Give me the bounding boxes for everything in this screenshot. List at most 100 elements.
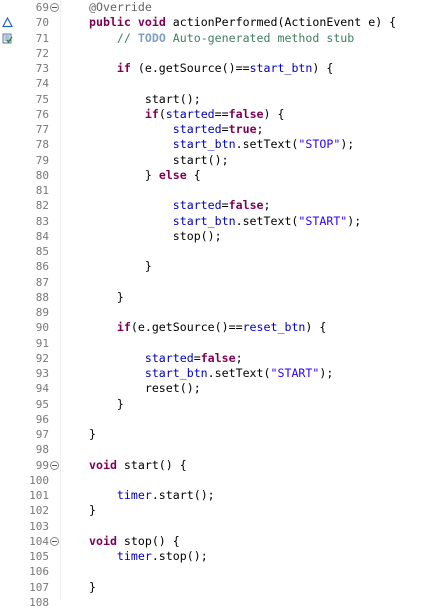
code-text[interactable]: } else { bbox=[89, 168, 201, 183]
code-line[interactable]: 81 bbox=[0, 183, 432, 198]
code-line[interactable]: 82 started=false; bbox=[0, 198, 432, 213]
code-token: .start(); bbox=[151, 488, 215, 502]
code-token: void bbox=[137, 15, 166, 30]
code-line[interactable]: 96 bbox=[0, 412, 432, 427]
code-text[interactable]: timer.start(); bbox=[89, 488, 215, 503]
code-line[interactable]: 102} bbox=[0, 503, 432, 518]
code-line[interactable]: 72 bbox=[0, 46, 432, 61]
code-line[interactable]: 101 timer.start(); bbox=[0, 488, 432, 503]
code-text[interactable]: started=true; bbox=[89, 122, 264, 137]
code-lines[interactable]: 69 @Override 70 public void actionPerformed… bbox=[0, 0, 432, 610]
line-number: 95 bbox=[35, 397, 49, 411]
code-line[interactable]: 84 stop(); bbox=[0, 229, 432, 244]
code-text[interactable]: started=false; bbox=[89, 198, 271, 213]
code-line[interactable]: 107} bbox=[0, 580, 432, 595]
code-line[interactable]: 88 } bbox=[0, 290, 432, 305]
code-token: == bbox=[214, 106, 229, 121]
code-line[interactable]: 108 bbox=[0, 595, 432, 610]
task-marker-icon[interactable] bbox=[2, 33, 13, 44]
code-text[interactable]: timer.stop(); bbox=[89, 549, 208, 564]
line-number: 92 bbox=[35, 351, 49, 365]
code-text[interactable]: start(); bbox=[89, 153, 229, 168]
code-token: reset_btn bbox=[242, 320, 306, 335]
code-line[interactable]: 97} bbox=[0, 427, 432, 442]
line-number: 93 bbox=[35, 367, 49, 380]
code-line[interactable]: 106 bbox=[0, 564, 432, 579]
fold-collapse-icon[interactable] bbox=[50, 460, 59, 470]
code-line[interactable]: 98 bbox=[0, 442, 432, 457]
code-line[interactable]: 103 bbox=[0, 519, 432, 534]
code-text[interactable]: } bbox=[89, 503, 96, 518]
code-text[interactable]: @Override bbox=[89, 0, 152, 15]
code-token: void bbox=[89, 457, 117, 472]
code-text[interactable]: start(); bbox=[89, 92, 201, 107]
code-line[interactable]: 83 start_btn.setText("START"); bbox=[0, 214, 432, 229]
code-text[interactable]: reset(); bbox=[89, 381, 201, 396]
code-line[interactable]: 92 started=false; bbox=[0, 351, 432, 366]
code-text[interactable]: void stop() { bbox=[89, 534, 180, 549]
code-text[interactable]: void start() { bbox=[89, 458, 187, 473]
line-number: 72 bbox=[35, 46, 49, 60]
code-text[interactable]: start_btn.setText("STOP"); bbox=[89, 137, 355, 152]
line-number: 79 bbox=[35, 153, 49, 167]
code-text[interactable]: stop(); bbox=[89, 229, 222, 244]
code-token: start() { bbox=[116, 457, 187, 472]
line-number: 70 bbox=[35, 16, 49, 30]
code-text[interactable]: // TODO Auto-generated method stub bbox=[89, 31, 354, 46]
code-text[interactable]: public void actionPerformed(ActionEvent … bbox=[89, 15, 396, 30]
code-token: public bbox=[89, 15, 131, 30]
code-text[interactable]: if (e.getSource()==start_btn) { bbox=[89, 61, 333, 76]
code-line[interactable]: 90 if(e.getSource()==reset_btn) { bbox=[0, 320, 432, 335]
code-line[interactable]: 100 bbox=[0, 473, 432, 488]
code-token: } bbox=[89, 259, 152, 274]
code-line[interactable]: 89 bbox=[0, 305, 432, 320]
code-text[interactable]: } bbox=[89, 397, 124, 412]
code-line[interactable]: 95 } bbox=[0, 397, 432, 412]
code-line[interactable]: 91 bbox=[0, 336, 432, 351]
code-editor[interactable]: 69 @Override 70 public void actionPerformed… bbox=[0, 0, 432, 609]
code-line[interactable]: 74 bbox=[0, 76, 432, 91]
code-token: true bbox=[228, 122, 257, 136]
code-token: @Override bbox=[89, 0, 152, 14]
override-marker-icon[interactable] bbox=[2, 17, 13, 28]
code-line[interactable]: 87 bbox=[0, 275, 432, 290]
code-line[interactable]: 80 } else { bbox=[0, 168, 432, 183]
code-line[interactable]: 105 timer.stop(); bbox=[0, 549, 432, 564]
code-text[interactable]: } bbox=[89, 580, 96, 595]
code-line[interactable]: 86 } bbox=[0, 259, 432, 274]
line-number: 88 bbox=[35, 290, 49, 304]
code-text[interactable]: start_btn.setText("START"); bbox=[89, 214, 362, 229]
code-text[interactable]: start_btn.setText("START"); bbox=[89, 366, 334, 381]
code-text[interactable]: started=false; bbox=[89, 351, 243, 366]
code-line[interactable]: 79 start(); bbox=[0, 153, 432, 168]
code-line[interactable]: 85 bbox=[0, 244, 432, 259]
code-line[interactable]: 93 start_btn.setText("START"); bbox=[0, 366, 432, 381]
code-line[interactable]: 99 void start() { bbox=[0, 458, 432, 473]
code-line[interactable]: 70 public void actionPerformed(ActionEven… bbox=[0, 15, 432, 30]
code-line[interactable]: 73 if (e.getSource()==start_btn) { bbox=[0, 61, 432, 76]
code-token: .setText( bbox=[207, 366, 271, 380]
line-number: 107 bbox=[29, 580, 49, 594]
code-line[interactable]: 71 // TODO Auto-generated method stub bbox=[0, 31, 432, 46]
code-line[interactable]: 75 start(); bbox=[0, 92, 432, 107]
fold-collapse-icon[interactable] bbox=[50, 3, 59, 12]
line-number: 97 bbox=[35, 428, 49, 441]
code-line[interactable]: 76 if(started==false) { bbox=[0, 107, 432, 122]
fold-collapse-icon[interactable] bbox=[50, 536, 59, 546]
code-text[interactable]: if(e.getSource()==reset_btn) { bbox=[89, 320, 326, 335]
code-line[interactable]: 69 @Override bbox=[0, 0, 432, 15]
code-line[interactable]: 78 start_btn.setText("STOP"); bbox=[0, 137, 432, 152]
code-text[interactable]: if(started==false) { bbox=[89, 107, 285, 122]
code-line[interactable]: 104 void stop() { bbox=[0, 534, 432, 549]
code-text[interactable]: } bbox=[89, 427, 96, 442]
code-line[interactable]: 77 started=true; bbox=[0, 122, 432, 137]
code-text[interactable]: } bbox=[89, 290, 124, 305]
code-line[interactable]: 94 reset(); bbox=[0, 381, 432, 396]
code-text[interactable]: } bbox=[89, 259, 152, 274]
code-token: started bbox=[144, 350, 194, 365]
